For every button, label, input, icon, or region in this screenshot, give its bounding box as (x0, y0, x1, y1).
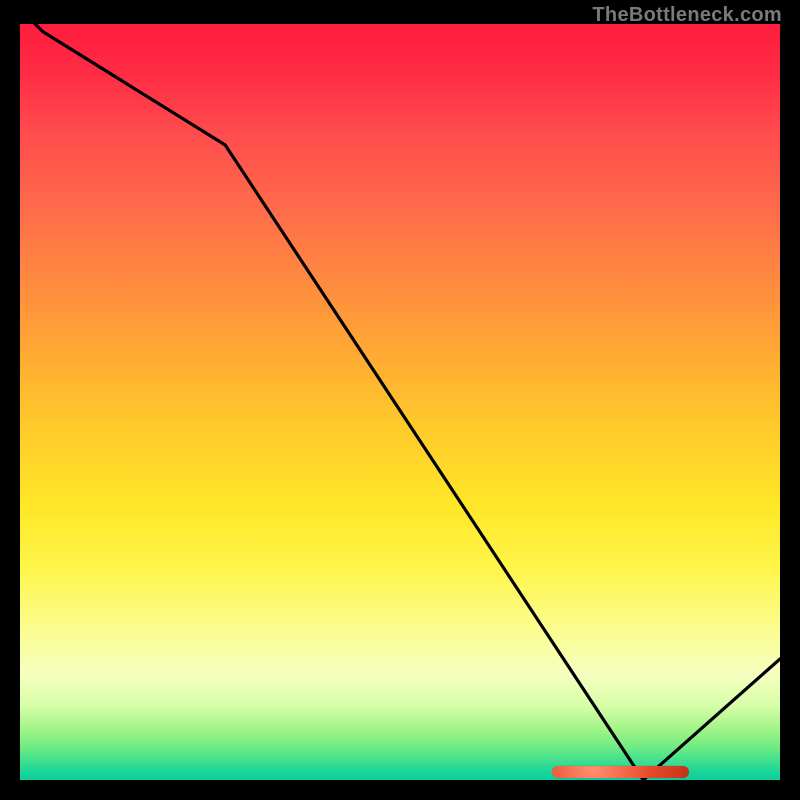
plot-area (20, 24, 780, 780)
line-layer (20, 24, 780, 780)
optimum-marker (552, 766, 689, 778)
chart-container: TheBottleneck.com (0, 0, 800, 800)
data-line (20, 24, 780, 780)
